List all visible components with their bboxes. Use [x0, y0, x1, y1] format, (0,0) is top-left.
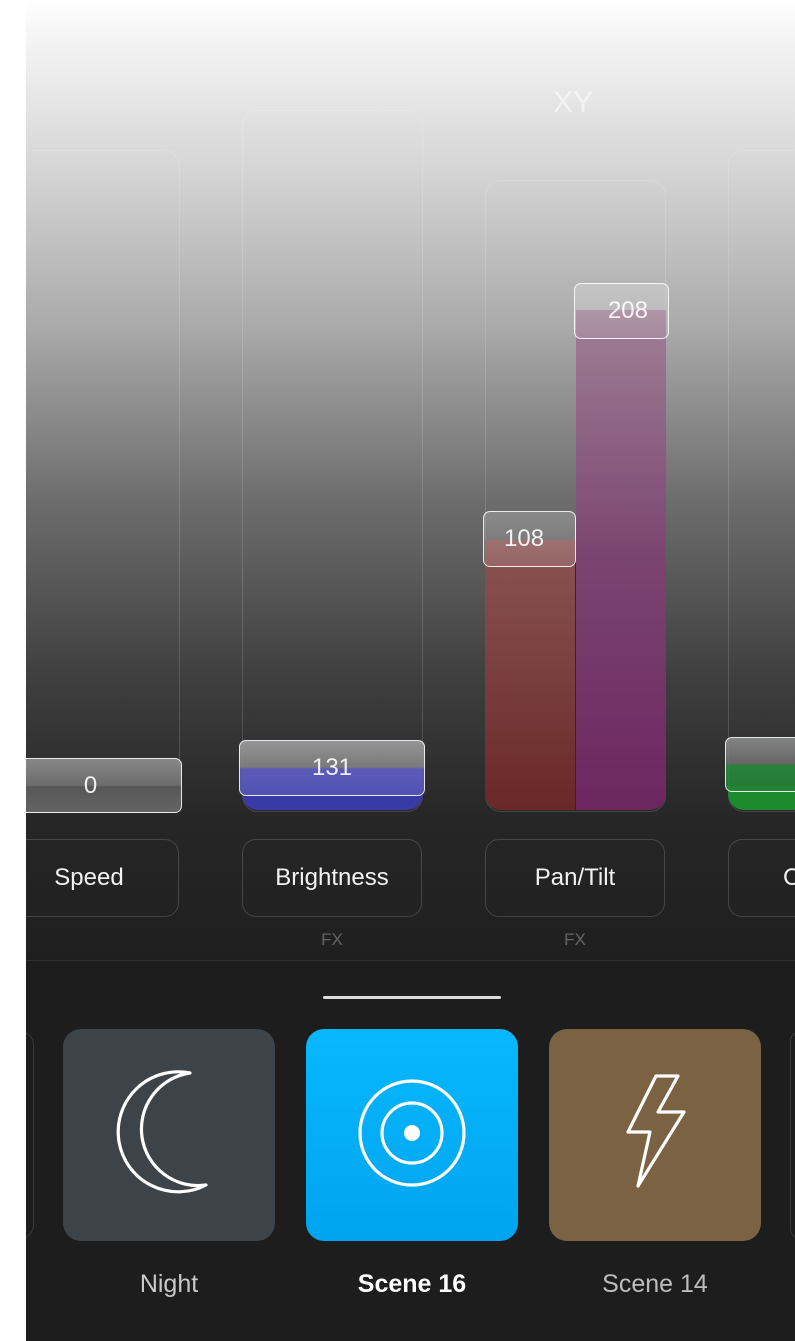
tilt-value: 208 — [607, 297, 648, 324]
moon-icon — [114, 1063, 224, 1208]
page-indicator — [323, 996, 501, 999]
xy-group-label: XY — [552, 86, 594, 119]
tilt-fader-fill — [576, 310, 666, 810]
pan-tilt-fx-label: FX — [564, 930, 586, 949]
scene-tile-partial-right[interactable] — [790, 1031, 795, 1239]
left-edge-strip — [0, 0, 26, 1341]
scene-label-scene-14: Scene 14 — [602, 1270, 708, 1298]
tilt-handle[interactable]: 208 — [574, 283, 669, 339]
speed-value: 0 — [83, 771, 98, 799]
brightness-label-button[interactable]: Brightness — [242, 839, 422, 917]
scene-label-scene-16: Scene 16 — [357, 1270, 467, 1298]
brightness-label: Brightness — [275, 864, 389, 891]
pan-value: 108 — [504, 525, 545, 552]
color-fader-track[interactable] — [728, 150, 795, 812]
pan-tilt-label: Pan/Tilt — [534, 864, 616, 891]
speed-fader-handle[interactable]: 0 — [0, 758, 182, 813]
pan-tilt-separator — [575, 540, 576, 810]
target-icon — [352, 1073, 472, 1198]
fader-panel: XY 0 131 108 208 Speed Brightness FX Pan… — [0, 0, 795, 960]
color-label: C — [783, 864, 795, 891]
scene-tile-night[interactable] — [63, 1029, 275, 1241]
speed-label: Speed — [54, 864, 124, 891]
speed-label-button[interactable]: Speed — [0, 839, 179, 917]
color-fader-handle[interactable] — [725, 737, 795, 792]
scene-tile-scene-14[interactable] — [549, 1029, 761, 1241]
brightness-value: 131 — [311, 754, 353, 781]
speed-fader-track[interactable] — [0, 150, 180, 812]
brightness-fx-label: FX — [321, 930, 343, 949]
color-label-button[interactable]: C — [728, 839, 795, 917]
scene-tile-scene-16[interactable] — [306, 1029, 518, 1241]
brightness-fader-track[interactable] — [242, 110, 423, 812]
brightness-fader-handle[interactable]: 131 — [239, 740, 425, 796]
pan-handle[interactable]: 108 — [483, 511, 576, 567]
pan-fader-fill — [485, 540, 575, 810]
section-divider — [26, 960, 795, 961]
pan-tilt-label-button[interactable]: Pan/Tilt — [485, 839, 665, 917]
scene-label-night: Night — [139, 1270, 199, 1298]
lightning-icon — [610, 1068, 700, 1203]
